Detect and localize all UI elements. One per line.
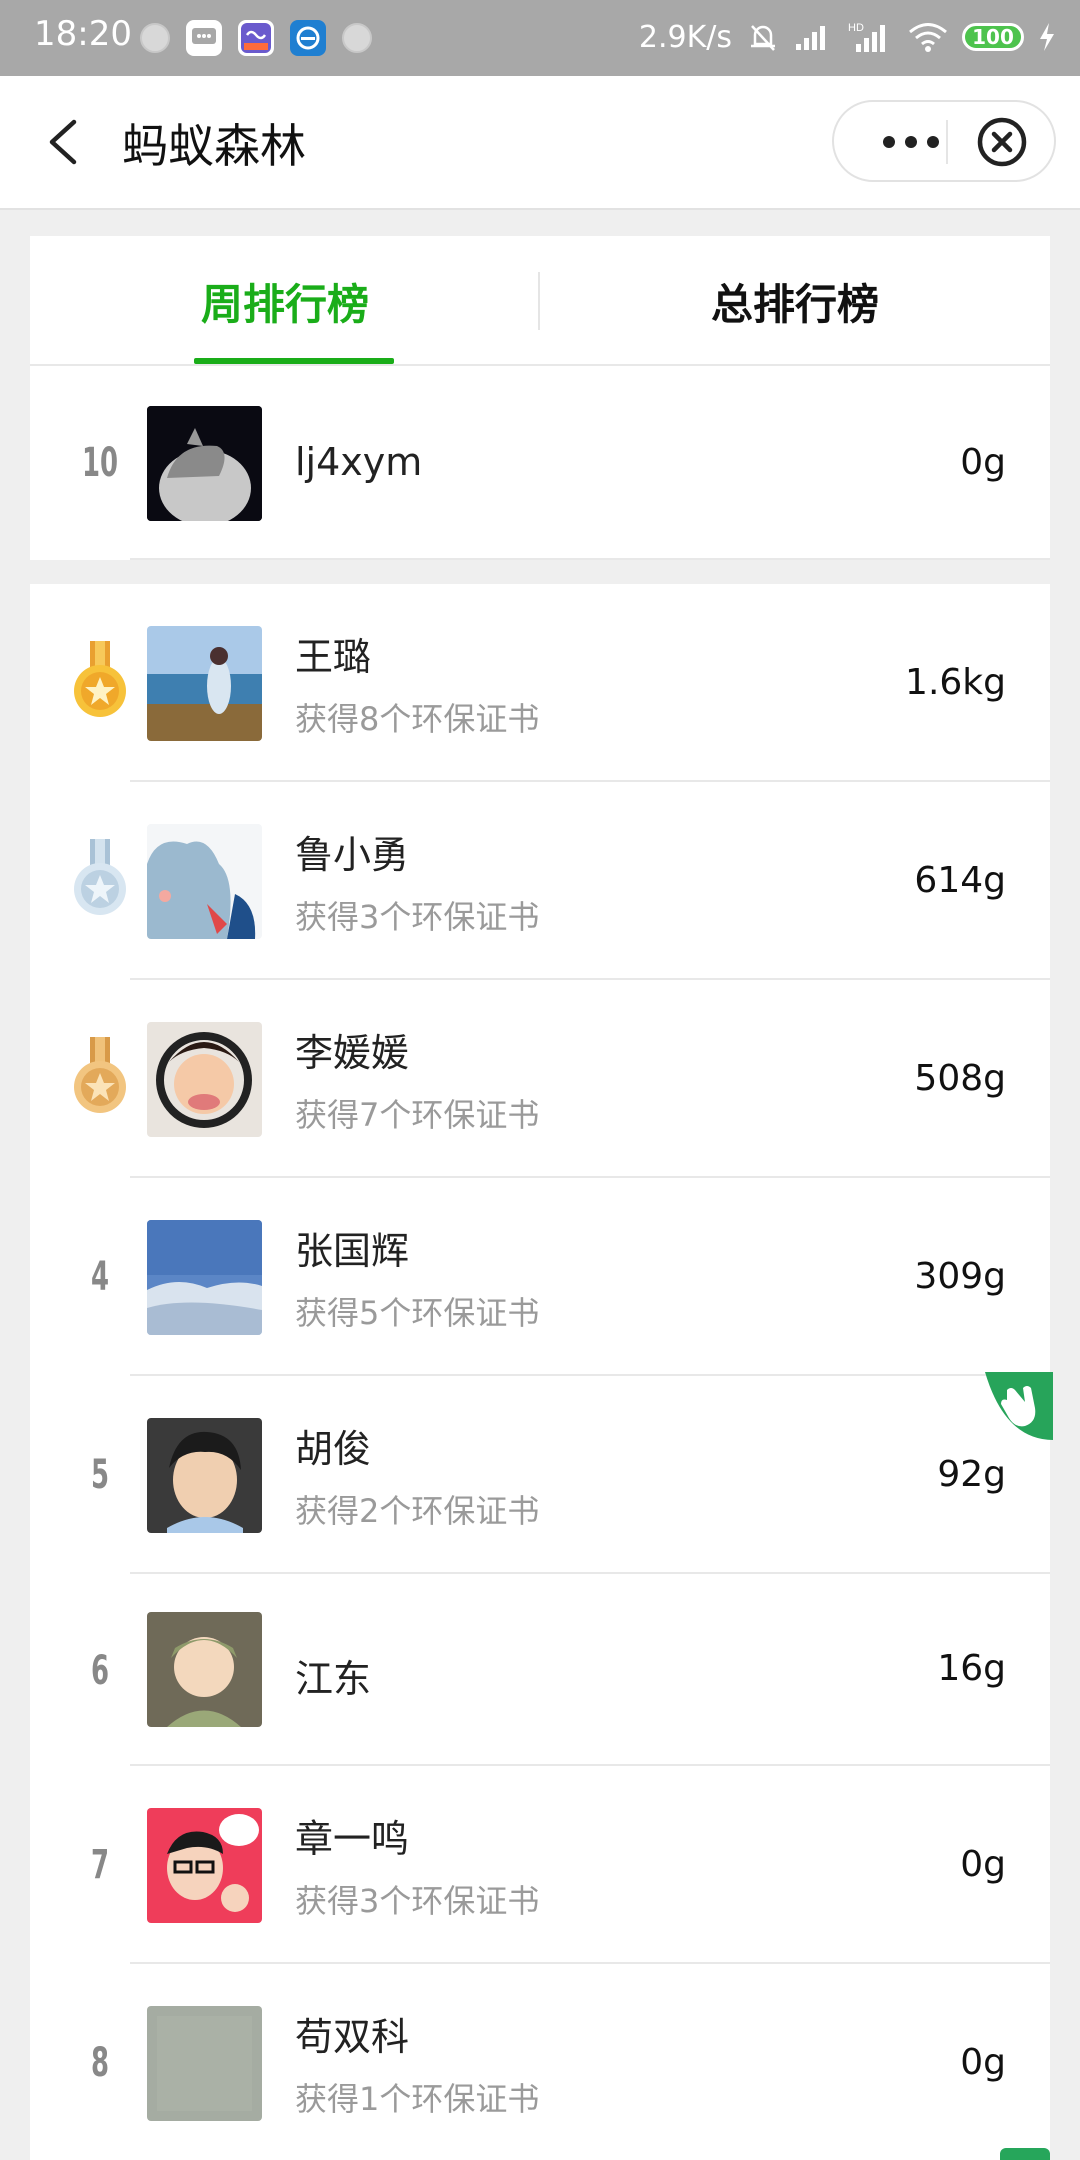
avatar[interactable] xyxy=(147,1612,262,1727)
rank-number: 4 xyxy=(90,1254,110,1300)
energy-value: 92g xyxy=(937,1454,1006,1495)
list-item[interactable]: 5 胡俊 获得2个环保证书 92g xyxy=(30,1376,1050,1574)
certificate-count: 获得7个环保证书 xyxy=(295,1096,540,1134)
status-bar: 18:20 2.9K/s HD 100 xyxy=(0,0,1080,76)
avatar[interactable] xyxy=(147,1022,262,1137)
tab-total[interactable]: 总排行榜 xyxy=(540,236,1050,366)
capsule-separator xyxy=(946,120,948,164)
tab-weekly[interactable]: 周排行榜 xyxy=(30,236,540,366)
my-rank-row[interactable]: 10 lj4xym 0g xyxy=(30,366,1050,560)
more-dots-icon[interactable] xyxy=(866,120,956,164)
close-circle-icon[interactable] xyxy=(976,116,1028,168)
status-app-icons xyxy=(140,16,372,60)
svg-text:HD: HD xyxy=(848,22,864,34)
avatar[interactable] xyxy=(147,2006,262,2121)
rank-number: 7 xyxy=(90,1842,110,1888)
rank-number: 8 xyxy=(90,2040,110,2086)
circle-icon xyxy=(140,23,170,53)
status-time: 18:20 xyxy=(34,14,132,54)
hand-icon[interactable] xyxy=(985,1372,1053,1440)
rank-number: 6 xyxy=(90,1648,110,1694)
energy-value: 1.6kg xyxy=(905,662,1006,703)
gold-medal-icon xyxy=(74,641,126,717)
avatar[interactable] xyxy=(147,626,262,741)
message-icon xyxy=(186,20,222,56)
user-name: 鲁小勇 xyxy=(295,833,410,877)
avatar[interactable] xyxy=(147,1418,262,1533)
energy-value: 614g xyxy=(914,860,1006,901)
chevron-left-icon[interactable] xyxy=(34,110,98,174)
page-title: 蚂蚁森林 xyxy=(122,119,306,173)
rank-number: 5 xyxy=(90,1452,110,1498)
ranking-tabs: 周排行榜 总排行榜 xyxy=(30,236,1050,366)
mute-bell-icon xyxy=(751,25,775,51)
wifi-icon xyxy=(909,23,947,52)
status-right: 2.9K/s HD 100 xyxy=(639,14,1056,60)
energy-value: 0g xyxy=(960,2042,1006,2083)
list-item[interactable]: 7 章一鸣 获得3个环保证书 0g xyxy=(30,1766,1050,1964)
avatar[interactable] xyxy=(147,406,262,521)
charging-icon xyxy=(1040,23,1054,51)
miniprogram-capsule xyxy=(832,100,1056,182)
bronze-medal-icon xyxy=(74,1037,126,1113)
energy-value: 309g xyxy=(914,1256,1006,1297)
certificate-count: 获得5个环保证书 xyxy=(295,1294,540,1332)
avatar[interactable] xyxy=(147,1808,262,1923)
hd-signal-icon: HD xyxy=(848,22,885,52)
user-name: 张国辉 xyxy=(295,1229,410,1273)
list-item[interactable]: 鲁小勇 获得3个环保证书 614g xyxy=(30,782,1050,980)
user-name: 王璐 xyxy=(295,635,372,679)
certificate-count: 获得1个环保证书 xyxy=(295,2080,540,2118)
battery-level: 100 xyxy=(962,23,1024,51)
ranking-list: 王璐 获得8个环保证书 1.6kg 鲁小勇 获得3个环保证书 614g 李媛媛 … xyxy=(30,584,1050,2160)
signal-icon xyxy=(796,26,825,50)
certificate-count: 获得3个环保证书 xyxy=(295,898,540,936)
app-icon xyxy=(238,20,274,56)
list-item[interactable]: 王璐 获得8个环保证书 1.6kg xyxy=(30,584,1050,782)
user-name: 章一鸣 xyxy=(295,1817,410,1861)
browser-icon xyxy=(290,20,326,56)
energy-value: 508g xyxy=(914,1058,1006,1099)
certificate-count: 获得2个环保证书 xyxy=(295,1492,540,1530)
certificate-count: 获得8个环保证书 xyxy=(295,700,540,738)
avatar[interactable] xyxy=(147,1220,262,1335)
list-item[interactable]: 4 张国辉 获得5个环保证书 309g xyxy=(30,1178,1050,1376)
silver-medal-icon xyxy=(74,839,126,915)
list-item[interactable]: 8 苟双科 获得1个环保证书 0g xyxy=(30,1964,1050,2160)
net-speed: 2.9K/s xyxy=(638,19,732,55)
certificate-count: 获得3个环保证书 xyxy=(295,1882,540,1920)
energy-value: 0g xyxy=(960,1844,1006,1885)
energy-value: 16g xyxy=(937,1648,1006,1689)
row-divider xyxy=(130,558,1050,560)
nav-bar: 蚂蚁森林 xyxy=(0,76,1080,210)
circle-icon xyxy=(342,23,372,53)
user-name: 李媛媛 xyxy=(295,1031,410,1075)
user-name: 江东 xyxy=(295,1657,372,1701)
user-name: 苟双科 xyxy=(295,2015,410,2059)
battery-icon: 100 xyxy=(962,23,1024,51)
list-item[interactable]: 李媛媛 获得7个环保证书 508g xyxy=(30,980,1050,1178)
floating-tab xyxy=(1000,2148,1050,2160)
list-item[interactable]: 6 江东 16g xyxy=(30,1574,1050,1766)
avatar[interactable] xyxy=(147,824,262,939)
energy-value: 0g xyxy=(960,442,1006,483)
user-name: 胡俊 xyxy=(295,1427,372,1471)
user-name: lj4xym xyxy=(295,440,423,484)
rank-number: 10 xyxy=(81,440,119,486)
